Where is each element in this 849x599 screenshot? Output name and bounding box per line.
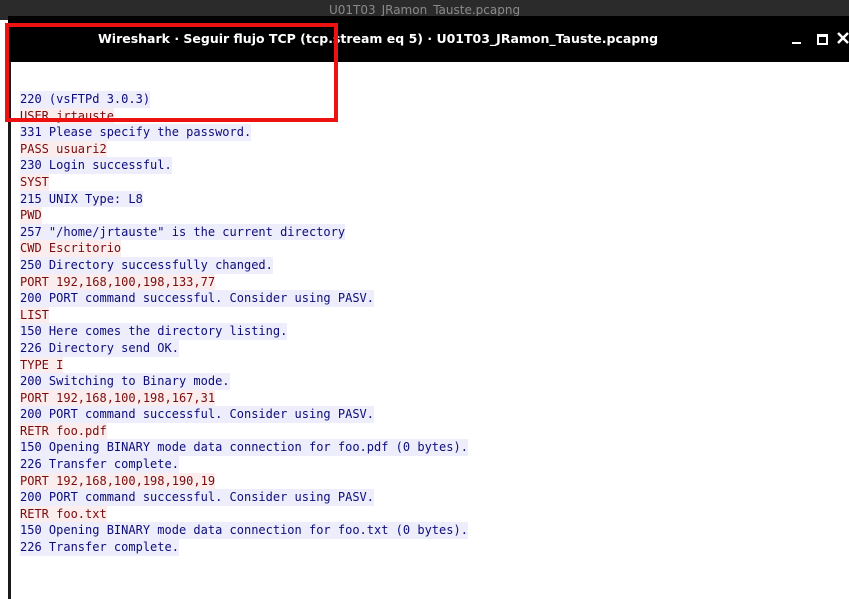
client-stream-line: PORT 192,168,100,198,167,31 — [20, 389, 216, 407]
window-title: Wireshark · Seguir flujo TCP (tcp.stream… — [98, 31, 659, 46]
client-stream-line: RETR foo.txt — [20, 505, 107, 523]
client-stream-line: RETR foo.pdf — [20, 422, 107, 440]
server-stream-line: 226 Directory send OK. — [20, 339, 179, 357]
client-stream-line: TYPE I — [20, 356, 64, 374]
server-stream-line: 200 PORT command successful. Consider us… — [20, 489, 375, 506]
close-button[interactable] — [834, 29, 849, 49]
client-stream-line: PORT 192,168,100,198,190,19 — [20, 472, 216, 490]
maximize-button[interactable] — [812, 29, 832, 49]
maximize-icon — [817, 34, 828, 45]
server-stream-line: 200 PORT command successful. Consider us… — [20, 406, 375, 423]
server-stream-line: 230 Login successful. — [20, 157, 172, 174]
server-stream-line: 150 Here comes the directory listing. — [20, 323, 288, 340]
server-stream-line: 200 PORT command successful. Consider us… — [20, 290, 375, 307]
server-stream-line: 150 Opening BINARY mode data connection … — [20, 439, 468, 457]
client-stream-line: CWD Escritorio — [20, 240, 122, 257]
server-stream-line: 226 Transfer complete. — [20, 456, 179, 473]
stream-content-area[interactable]: 220 (vsFTPd 3.0.3) USER jrtauste 331 Pleas… — [11, 62, 849, 599]
server-stream-line: 257 "/home/jrtauste" is the current dire… — [20, 223, 346, 241]
server-stream-line: 215 UNIX Type: L8 — [20, 190, 143, 208]
server-stream-line: 200 Switching to Binary mode. — [20, 373, 230, 390]
client-stream-line: USER jrtauste — [20, 107, 114, 125]
client-stream-line: PWD — [20, 207, 42, 224]
minimize-icon — [792, 42, 801, 44]
close-icon — [837, 32, 849, 44]
minimize-button[interactable] — [787, 29, 807, 49]
server-stream-line: 250 Directory successfully changed. — [20, 256, 273, 274]
client-stream-line: PASS usuari2 — [20, 140, 107, 158]
client-stream-line: LIST — [20, 306, 49, 324]
server-stream-line: 226 Transfer complete. — [20, 539, 179, 556]
client-stream-line: PORT 192,168,100,198,133,77 — [20, 273, 216, 291]
tcp-stream-text[interactable]: 220 (vsFTPd 3.0.3) USER jrtauste 331 Pleas… — [20, 91, 468, 556]
server-stream-line: 331 Please specify the password. — [20, 124, 252, 141]
server-stream-line: 150 Opening BINARY mode data connection … — [20, 522, 468, 540]
window-titlebar[interactable]: Wireshark · Seguir flujo TCP (tcp.stream… — [8, 16, 849, 62]
client-stream-line: SYST — [20, 173, 49, 191]
server-stream-line: 220 (vsFTPd 3.0.3) — [20, 91, 151, 108]
follow-tcp-stream-window: Wireshark · Seguir flujo TCP (tcp.stream… — [8, 16, 849, 599]
